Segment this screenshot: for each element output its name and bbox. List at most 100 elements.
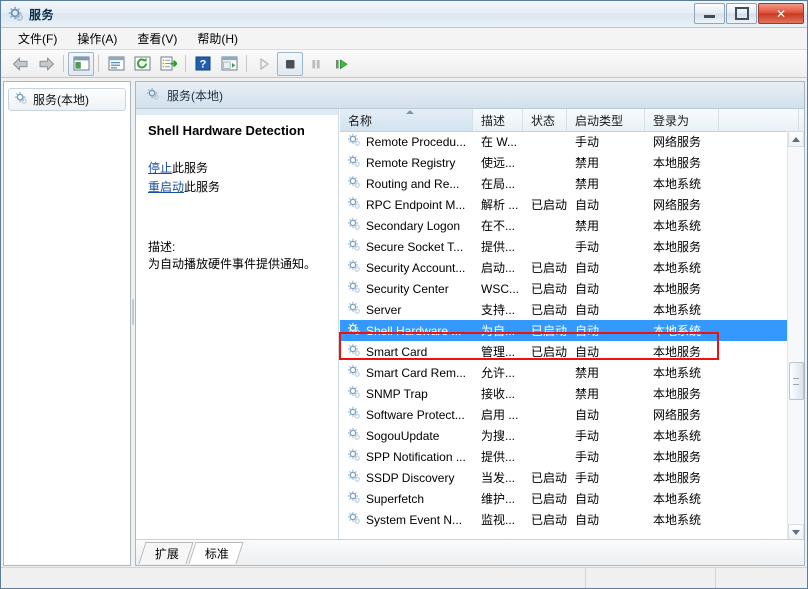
scroll-up-button[interactable] bbox=[788, 131, 804, 147]
show-action-pane-button[interactable] bbox=[216, 52, 242, 76]
service-gear-icon bbox=[347, 511, 361, 528]
col-startup-type[interactable]: 启动类型 bbox=[567, 109, 645, 131]
col-startup-type-label: 启动类型 bbox=[575, 113, 624, 128]
export-list-button[interactable] bbox=[155, 52, 181, 76]
description-label: 描述: bbox=[148, 240, 176, 254]
window-body: 服务(本地) 服务(本地) Shell Hardware Detection 停… bbox=[1, 75, 807, 588]
cell-name: RPC Endpoint M... bbox=[340, 196, 473, 213]
menu-view[interactable]: 查看(V) bbox=[128, 28, 186, 49]
scroll-down-button[interactable] bbox=[788, 524, 804, 540]
cell-startup-type: 自动 bbox=[575, 345, 600, 359]
table-row[interactable]: Secure Socket T... 提供... 手动 本地服务 bbox=[340, 236, 788, 257]
cell-startup-type: 禁用 bbox=[575, 156, 600, 170]
cell-startup-type: 禁用 bbox=[575, 387, 600, 401]
pause-service-button[interactable] bbox=[303, 52, 329, 76]
table-row[interactable]: Remote Procedu... 在 W... 手动 网络服务 bbox=[340, 131, 788, 152]
stop-service-link[interactable]: 停止 bbox=[148, 161, 172, 175]
chevron-down-icon bbox=[792, 529, 800, 535]
service-name-text: SogouUpdate bbox=[366, 428, 440, 443]
col-description[interactable]: 描述 bbox=[473, 109, 523, 131]
table-row[interactable]: Server 支持... 已启动 自动 本地系统 bbox=[340, 299, 788, 320]
service-name-text: SNMP Trap bbox=[366, 386, 428, 401]
table-row[interactable]: System Event N... 监视... 已启动 自动 本地系统 bbox=[340, 509, 788, 530]
col-log-on-as[interactable]: 登录为 bbox=[645, 109, 719, 131]
menu-file[interactable]: 文件(F) bbox=[9, 28, 66, 49]
cell-description: 在局... bbox=[481, 177, 516, 191]
cell-description: 启用 ... bbox=[481, 408, 519, 422]
table-row[interactable]: RPC Endpoint M... 解析 ... 已启动 自动 网络服务 bbox=[340, 194, 788, 215]
table-row[interactable]: Shell Hardware ... 为自... 已启动 自动 本地系统 bbox=[340, 320, 788, 341]
cell-startup-type: 手动 bbox=[575, 471, 600, 485]
toolbar-separator bbox=[185, 55, 186, 72]
console-tree-pane: 服务(本地) bbox=[3, 81, 131, 566]
window-title: 服务 bbox=[29, 8, 55, 22]
table-row[interactable]: SNMP Trap 接收... 禁用 本地服务 bbox=[340, 383, 788, 404]
service-detail-links: 停止此服务 重启动此服务 bbox=[148, 159, 328, 197]
minimize-button[interactable] bbox=[694, 3, 725, 24]
table-row[interactable]: SPP Notification ... 提供... 手动 本地服务 bbox=[340, 446, 788, 467]
stop-service-link-row[interactable]: 停止此服务 bbox=[148, 159, 328, 178]
tab-standard-label: 标准 bbox=[204, 547, 229, 561]
help-button[interactable]: ? bbox=[190, 52, 216, 76]
cell-description: 接收... bbox=[481, 387, 516, 401]
cell-name: Secure Socket T... bbox=[340, 238, 473, 255]
sort-ascending-icon bbox=[406, 110, 414, 114]
cell-name: SSDP Discovery bbox=[340, 469, 473, 486]
table-row[interactable]: Security Center WSC... 已启动 自动 本地服务 bbox=[340, 278, 788, 299]
restart-service-suffix: 此服务 bbox=[184, 180, 221, 194]
refresh-button[interactable] bbox=[129, 52, 155, 76]
properties-button[interactable] bbox=[103, 52, 129, 76]
col-name[interactable]: 名称 bbox=[340, 109, 473, 131]
vertical-scrollbar[interactable] bbox=[787, 131, 804, 540]
col-filler[interactable] bbox=[719, 109, 799, 131]
table-row[interactable]: Security Account... 启动... 已启动 自动 本地系统 bbox=[340, 257, 788, 278]
col-log-on-as-label: 登录为 bbox=[653, 113, 690, 128]
table-row[interactable]: SogouUpdate 为搜... 手动 本地系统 bbox=[340, 425, 788, 446]
services-gear-icon bbox=[146, 87, 160, 104]
results-pane-title: 服务(本地) bbox=[167, 88, 223, 103]
show-hide-tree-button[interactable] bbox=[68, 51, 94, 76]
menu-action[interactable]: 操作(A) bbox=[68, 28, 126, 49]
col-name-label: 名称 bbox=[348, 113, 373, 128]
table-row[interactable]: SSDP Discovery 当发... 已启动 手动 本地服务 bbox=[340, 467, 788, 488]
stop-service-button[interactable] bbox=[277, 51, 303, 76]
restart-service-link-row[interactable]: 重启动此服务 bbox=[148, 178, 328, 197]
service-gear-icon bbox=[347, 427, 361, 444]
start-service-button[interactable] bbox=[251, 52, 277, 76]
cell-log-on-as: 本地服务 bbox=[653, 471, 702, 485]
maximize-button[interactable] bbox=[726, 3, 757, 24]
toolbar-separator bbox=[246, 55, 247, 72]
table-row[interactable]: Superfetch 维护... 已启动 自动 本地系统 bbox=[340, 488, 788, 509]
cell-description: 提供... bbox=[481, 450, 516, 464]
table-row[interactable]: Smart Card 管理... 已启动 自动 本地服务 bbox=[340, 341, 788, 362]
restart-service-button[interactable] bbox=[329, 52, 355, 76]
maximize-icon bbox=[734, 7, 749, 20]
tree-node-services-local[interactable]: 服务(本地) bbox=[8, 88, 126, 111]
back-button[interactable] bbox=[7, 52, 33, 76]
table-row[interactable]: Smart Card Rem... 允许... 禁用 本地系统 bbox=[340, 362, 788, 383]
services-list: 名称 描述 状态 启动类型 登录为 Remote Procedu... 在 W... 手动网… bbox=[340, 109, 804, 540]
cell-description: 当发... bbox=[481, 471, 516, 485]
tab-extended[interactable]: 扩展 bbox=[138, 542, 194, 564]
table-row[interactable]: Remote Registry 使远... 禁用 本地服务 bbox=[340, 152, 788, 173]
cell-status: 已启动 bbox=[531, 303, 567, 317]
menu-help[interactable]: 帮助(H) bbox=[188, 28, 247, 49]
close-button[interactable]: ✕ bbox=[758, 3, 804, 24]
table-row[interactable]: Routing and Re... 在局... 禁用 本地系统 bbox=[340, 173, 788, 194]
cell-name: Software Protect... bbox=[340, 406, 473, 423]
toolbar-separator bbox=[63, 55, 64, 72]
col-status-label: 状态 bbox=[531, 113, 556, 128]
tab-standard[interactable]: 标准 bbox=[188, 542, 244, 564]
forward-button[interactable] bbox=[33, 52, 59, 76]
table-row[interactable]: Secondary Logon 在不... 禁用 本地系统 bbox=[340, 215, 788, 236]
scrollbar-thumb[interactable] bbox=[789, 362, 804, 400]
service-gear-icon bbox=[347, 154, 361, 171]
restart-service-link[interactable]: 重启动 bbox=[148, 180, 184, 194]
cell-startup-type: 自动 bbox=[575, 513, 600, 527]
table-row[interactable]: Software Protect... 启用 ... 自动 网络服务 bbox=[340, 404, 788, 425]
toolbar-separator bbox=[98, 55, 99, 72]
status-segment-main bbox=[1, 568, 586, 588]
service-name-text: System Event N... bbox=[366, 512, 463, 527]
col-status[interactable]: 状态 bbox=[523, 109, 567, 131]
service-name-text: Security Center bbox=[366, 281, 449, 296]
